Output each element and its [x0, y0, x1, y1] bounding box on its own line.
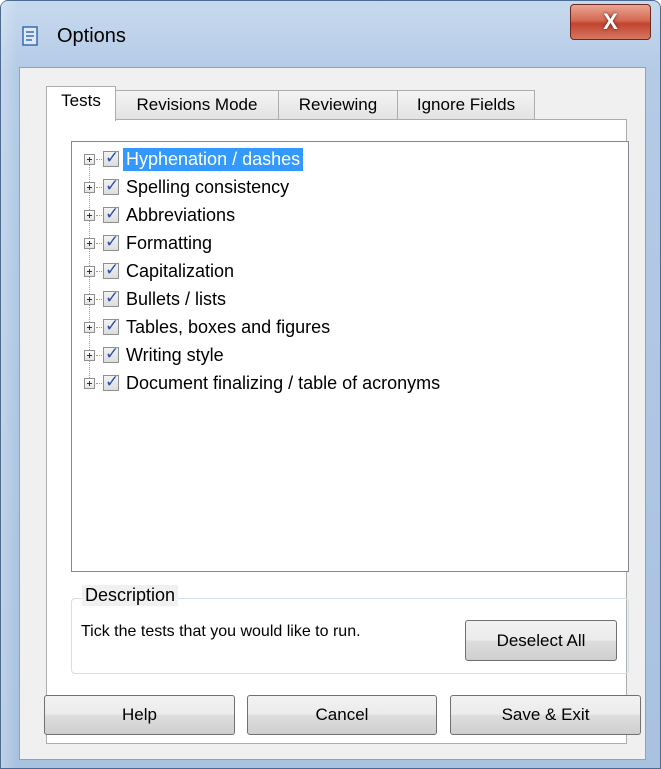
- checkmark-icon: ✓: [105, 344, 120, 364]
- title-bar[interactable]: Options X: [1, 1, 660, 65]
- test-checkbox[interactable]: ✓: [103, 372, 120, 392]
- tree-item-label: Spelling consistency: [126, 177, 290, 197]
- window-title: Options: [57, 25, 126, 47]
- plus-expander-icon[interactable]: [84, 294, 95, 305]
- deselect-all-button[interactable]: Deselect All: [465, 620, 617, 661]
- close-icon: X: [603, 9, 618, 34]
- test-checkbox[interactable]: ✓: [103, 344, 120, 364]
- tree-connector: [96, 215, 102, 216]
- tab-revisions-mode[interactable]: Revisions Mode: [115, 90, 279, 120]
- tests-tree[interactable]: ✓ Hyphenation / dashes ✓ Spelling consis…: [71, 141, 629, 572]
- options-window: Options X Tests Revisions Mode Reviewing…: [0, 0, 661, 769]
- tree-connector: [96, 271, 102, 272]
- description-text: Tick the tests that you would like to ru…: [81, 623, 361, 640]
- plus-expander-icon[interactable]: [84, 210, 95, 221]
- close-button[interactable]: X: [570, 4, 651, 40]
- tree-connector: [96, 299, 102, 300]
- tab-label: Revisions Mode: [136, 95, 258, 114]
- test-checkbox[interactable]: ✓: [103, 176, 120, 196]
- plus-expander-icon[interactable]: [84, 154, 95, 165]
- tab-tests[interactable]: Tests: [46, 86, 116, 121]
- plus-expander-icon[interactable]: [84, 322, 95, 333]
- tree-connector: [96, 243, 102, 244]
- checkmark-icon: ✓: [105, 260, 120, 280]
- description-title: Description: [82, 585, 179, 606]
- test-checkbox[interactable]: ✓: [103, 232, 120, 252]
- checkmark-icon: ✓: [105, 232, 120, 252]
- tests-tab-panel: ✓ Hyphenation / dashes ✓ Spelling consis…: [46, 119, 629, 744]
- checkmark-icon: ✓: [105, 148, 120, 168]
- plus-expander-icon[interactable]: [84, 378, 95, 389]
- tree-item-label: Writing style: [126, 345, 224, 365]
- plus-expander-icon[interactable]: [84, 350, 95, 361]
- test-checkbox[interactable]: ✓: [103, 148, 120, 168]
- tab-reviewing[interactable]: Reviewing: [278, 90, 398, 120]
- cancel-button[interactable]: Cancel: [247, 695, 437, 735]
- tree-item-label: Formatting: [126, 233, 213, 253]
- tree-item-label: Abbreviations: [126, 205, 236, 225]
- test-checkbox[interactable]: ✓: [103, 288, 120, 308]
- plus-expander-icon[interactable]: [84, 238, 95, 249]
- test-checkbox[interactable]: ✓: [103, 260, 120, 280]
- tree-connector: [96, 159, 102, 160]
- plus-expander-icon[interactable]: [84, 182, 95, 193]
- tree-item-label: Document finalizing / table of acronyms: [126, 373, 441, 393]
- tree-connector: [96, 383, 102, 384]
- checkmark-icon: ✓: [105, 176, 120, 196]
- tree-item-label: Bullets / lists: [126, 289, 227, 309]
- tree-item-label: Capitalization: [126, 261, 235, 281]
- test-checkbox[interactable]: ✓: [103, 204, 120, 224]
- checkmark-icon: ✓: [105, 204, 120, 224]
- save-exit-button[interactable]: Save & Exit: [450, 695, 641, 735]
- tab-label: Reviewing: [298, 95, 378, 114]
- test-checkbox[interactable]: ✓: [103, 316, 120, 336]
- tree-item-label: Tables, boxes and figures: [126, 317, 331, 337]
- tree-connector: [96, 327, 102, 328]
- tab-ignore-fields[interactable]: Ignore Fields: [397, 90, 535, 120]
- tree-item-label: Hyphenation / dashes: [123, 148, 304, 171]
- checkmark-icon: ✓: [105, 372, 120, 392]
- checkmark-icon: ✓: [105, 288, 120, 308]
- tree-connector: [96, 355, 102, 356]
- checkmark-icon: ✓: [105, 316, 120, 336]
- plus-expander-icon[interactable]: [84, 266, 95, 277]
- dialog-client-area: Tests Revisions Mode Reviewing Ignore Fi…: [19, 67, 646, 760]
- help-button[interactable]: Help: [44, 695, 235, 735]
- tab-label: Ignore Fields: [416, 95, 516, 114]
- tab-label: Tests: [61, 91, 101, 110]
- tree-connector: [96, 187, 102, 188]
- app-icon: [19, 25, 41, 47]
